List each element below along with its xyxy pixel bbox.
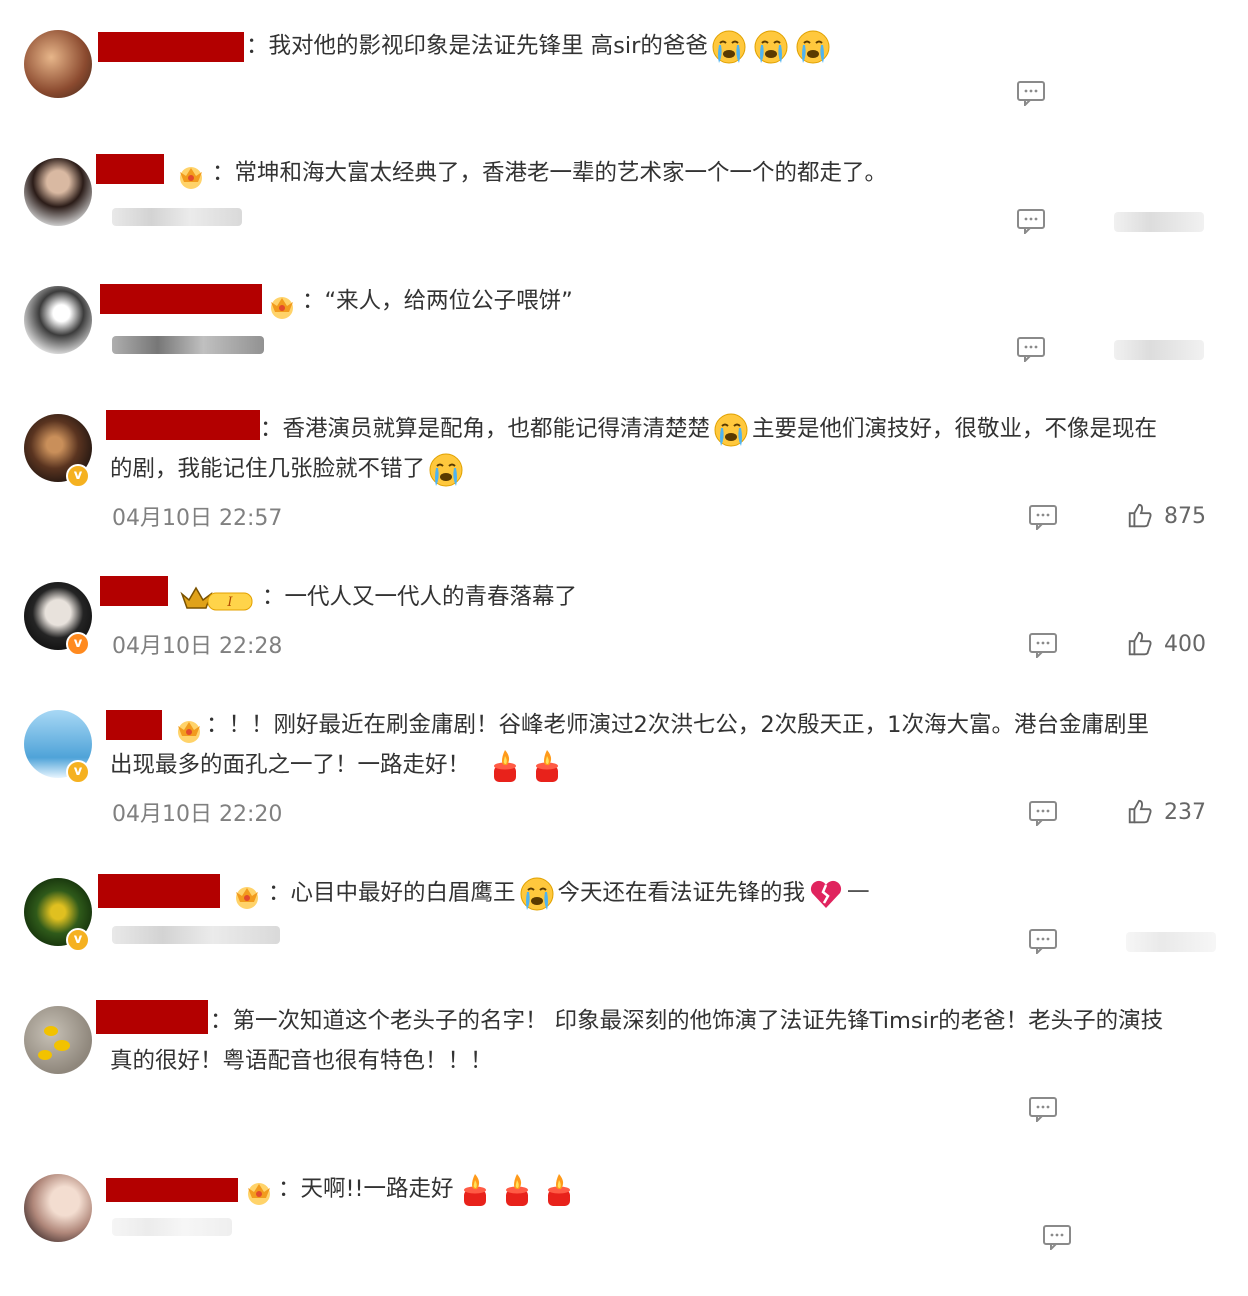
verified-badge: v — [66, 928, 90, 952]
timestamp-blurred — [112, 926, 280, 944]
svg-text:I: I — [226, 595, 233, 610]
comment-body-cont: 今天还在看法证先锋的我 — [557, 880, 806, 906]
comment-text-line2: 的剧，我能记住几张脸就不错了 — [110, 450, 467, 489]
comment-body-tail: 一 — [847, 880, 870, 906]
comment-text: ：天啊!!一路走好 — [278, 1170, 580, 1209]
avatar[interactable] — [24, 1174, 92, 1242]
comment-body: ：我对他的影视印象是法证先锋里 高sir的爸爸 — [246, 33, 708, 59]
like-count: 875 — [1164, 503, 1206, 529]
like-button[interactable]: 875 — [1126, 502, 1206, 530]
crown-icon — [236, 887, 258, 909]
avatar[interactable] — [24, 30, 92, 98]
reply-icon[interactable] — [1028, 800, 1058, 826]
comment-body: ：天啊!!一路走好 — [278, 1176, 454, 1202]
crown-level-badge: I — [180, 586, 253, 611]
like-count: 400 — [1164, 631, 1206, 657]
reply-icon[interactable] — [1016, 80, 1046, 106]
timestamp-blurred — [112, 1218, 232, 1236]
crown-icon — [180, 167, 202, 189]
comment-text: ：心目中最好的白眉鹰王 今天还在看法证先锋的我 一 — [268, 874, 870, 913]
candle-emoji — [505, 1173, 528, 1206]
crown-icon — [271, 297, 293, 319]
avatar[interactable] — [24, 286, 92, 354]
crying-emoji — [753, 29, 788, 64]
like-icon — [1128, 503, 1152, 528]
broken-heart-emoji — [809, 879, 843, 909]
username-redacted[interactable] — [106, 710, 162, 740]
username-redacted[interactable] — [106, 410, 260, 440]
comment-body: 的剧，我能记住几张脸就不错了 — [110, 456, 426, 482]
reply-icon[interactable] — [1042, 1224, 1072, 1250]
timestamp-blurred — [112, 208, 242, 226]
crying-emoji — [711, 29, 746, 64]
candle-emoji — [463, 1173, 486, 1206]
comment-text: ：“来人，给两位公子喂饼” — [302, 288, 573, 314]
crying-emoji — [795, 29, 830, 64]
comment-text: ：常坤和海大富太经典了，香港老一辈的艺术家一个一个的都走了。 — [212, 160, 888, 186]
like-count-blurred[interactable] — [1114, 340, 1204, 360]
avatar-decor — [38, 1050, 52, 1060]
comment-text-line2: 真的很好！粤语配音也很有特色！！！ — [110, 1048, 493, 1074]
comment-body: ：香港演员就算是配角，也都能记得清清楚楚 — [260, 416, 711, 442]
comment-text: ：我对他的影视印象是法证先锋里 高sir的爸爸 — [246, 27, 834, 66]
comment-body: ：心目中最好的白眉鹰王 — [268, 880, 516, 906]
comment-text-line1: ：！！刚好最近在刷金庸剧！谷峰老师演过2次洪七公，2次殷天正，1次海大富。港台金… — [206, 712, 1149, 738]
verified-badge: v — [66, 760, 90, 784]
username-redacted[interactable] — [98, 874, 220, 908]
reply-icon[interactable] — [1028, 504, 1058, 530]
comment-body-cont: 主要是他们演技好，很敬业，不像是现在 — [752, 416, 1158, 442]
username-redacted[interactable] — [100, 576, 168, 606]
like-count-blurred[interactable] — [1114, 212, 1204, 232]
crown-icon — [248, 1183, 270, 1205]
avatar-decor — [44, 1026, 58, 1036]
comment-text-line1: ：第一次知道这个老头子的名字！ 印象最深刻的他饰演了法证先锋Timsir的老爸！… — [210, 1008, 1164, 1034]
comment-text: ：一代人又一代人的青春落幕了 — [262, 584, 578, 610]
timestamp: 04月10日 22:20 — [112, 802, 283, 827]
crying-emoji — [429, 452, 464, 487]
username-redacted[interactable] — [96, 1000, 208, 1034]
verified-badge: v — [66, 632, 90, 656]
reply-icon[interactable] — [1016, 336, 1046, 362]
reply-icon[interactable] — [1028, 928, 1058, 954]
crying-emoji — [714, 412, 749, 447]
comment-body: 出现最多的面孔之一了！一路走好！ — [110, 752, 471, 778]
comment-text-line2: 出现最多的面孔之一了！一路走好！ — [110, 746, 568, 785]
crying-emoji — [519, 876, 554, 911]
reply-icon[interactable] — [1028, 1096, 1058, 1122]
username-redacted[interactable] — [98, 32, 244, 62]
username-redacted[interactable] — [100, 284, 262, 314]
timestamp: 04月10日 22:28 — [112, 634, 283, 659]
candle-emoji — [547, 1173, 570, 1206]
verified-badge: v — [66, 464, 90, 488]
like-icon — [1128, 799, 1152, 824]
like-icon — [1128, 631, 1152, 656]
timestamp-blurred — [112, 336, 264, 354]
crown-icon — [178, 721, 200, 743]
like-count: 237 — [1164, 799, 1206, 825]
username-redacted[interactable] — [96, 154, 164, 184]
avatar-decor — [54, 1040, 70, 1051]
avatar[interactable] — [24, 158, 92, 226]
avatar[interactable] — [24, 1006, 92, 1074]
timestamp: 04月10日 22:57 — [112, 506, 283, 531]
like-button[interactable]: 400 — [1126, 630, 1206, 658]
username-redacted[interactable] — [106, 1178, 238, 1202]
candle-emoji — [494, 749, 517, 782]
reply-icon[interactable] — [1028, 632, 1058, 658]
candle-emoji — [536, 749, 559, 782]
like-count-blurred[interactable] — [1126, 932, 1216, 952]
like-button[interactable]: 237 — [1126, 798, 1206, 826]
reply-icon[interactable] — [1016, 208, 1046, 234]
comment-text-line1: ：香港演员就算是配角，也都能记得清清楚楚 主要是他们演技好，很敬业，不像是现在 — [260, 410, 1157, 449]
